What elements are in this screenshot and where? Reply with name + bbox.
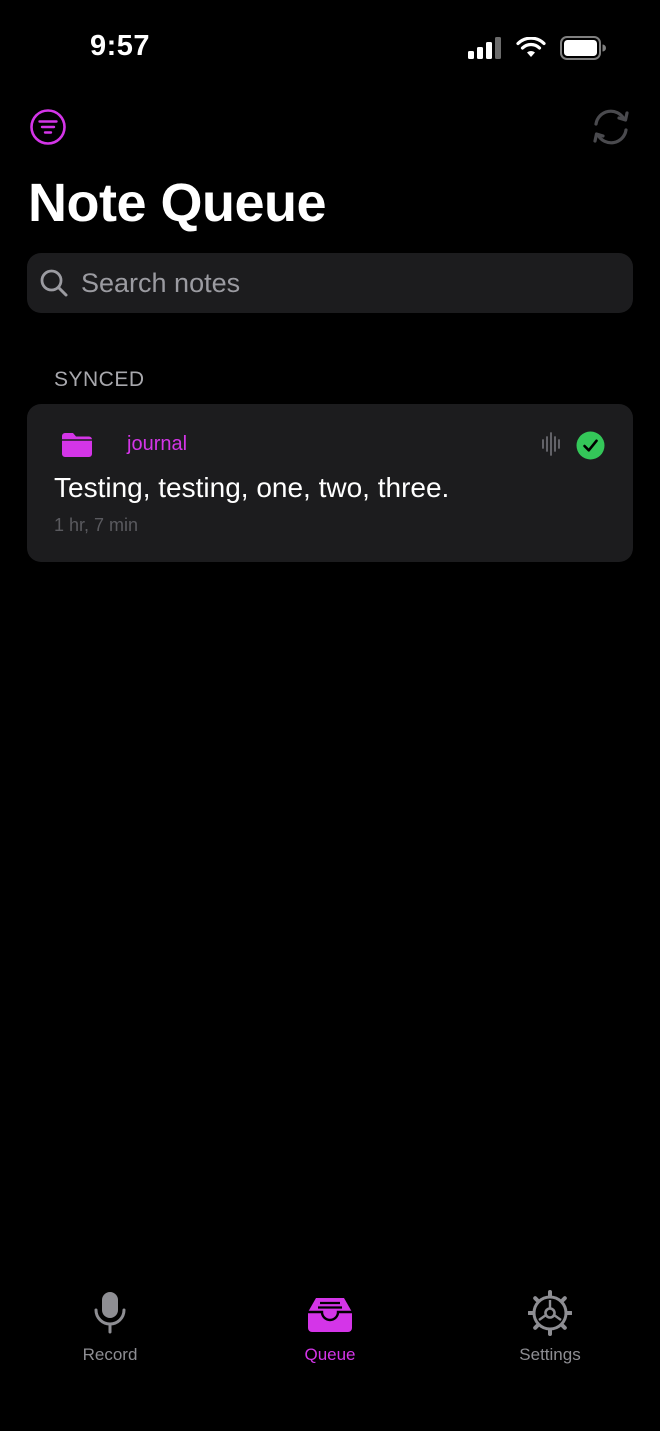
search-icon [40, 269, 68, 297]
page-title: Note Queue [28, 173, 327, 233]
tab-queue[interactable]: Queue [260, 1290, 400, 1365]
tab-settings[interactable]: Settings [480, 1290, 620, 1365]
synced-check-icon [576, 431, 605, 460]
tray-icon [308, 1298, 352, 1332]
filter-icon [30, 109, 66, 145]
search-input[interactable] [79, 266, 603, 300]
wifi-icon [516, 37, 546, 57]
filter-button[interactable] [29, 108, 67, 146]
status-time: 9:57 [90, 30, 151, 62]
search-bar[interactable] [27, 253, 633, 313]
top-actions [0, 106, 660, 150]
section-header-synced: SYNCED [54, 368, 145, 391]
tab-settings-label: Settings [519, 1345, 581, 1364]
microphone-icon [94, 1292, 126, 1334]
sync-icon [593, 109, 629, 145]
note-folder-label: journal [127, 433, 188, 455]
tab-bar: Record Queue Settings [0, 1290, 660, 1390]
sync-button[interactable] [588, 106, 634, 148]
cellular-signal-icon [468, 37, 501, 59]
note-text: Testing, testing, one, two, three. [54, 472, 450, 503]
tab-record[interactable]: Record [40, 1290, 180, 1365]
status-bar: 9:57 [0, 0, 660, 100]
gear-icon [527, 1290, 573, 1336]
note-card[interactable]: journal Testing, testing, one, two, thre… [27, 404, 633, 562]
status-icons [468, 36, 606, 60]
note-duration: 1 hr, 7 min [54, 515, 139, 535]
waveform-icon [542, 432, 560, 456]
folder-icon [62, 433, 92, 457]
battery-icon [560, 36, 606, 60]
tab-queue-label: Queue [304, 1345, 356, 1364]
tab-record-label: Record [82, 1345, 138, 1364]
